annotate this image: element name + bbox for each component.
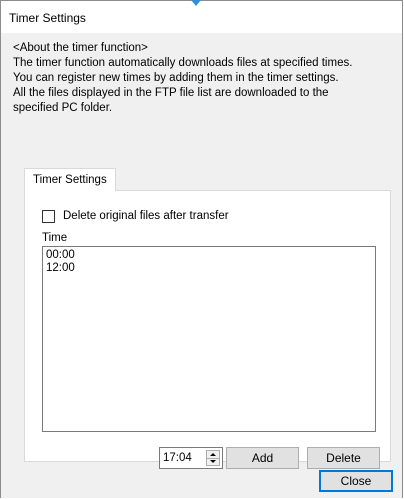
time-list-label: Time xyxy=(42,232,68,244)
delete-button[interactable]: Delete xyxy=(307,447,380,469)
about-line: You can register new times by adding the… xyxy=(13,72,339,84)
about-heading: <About the timer function> xyxy=(13,42,148,54)
tab-label: Timer Settings xyxy=(33,174,107,186)
time-spinner[interactable]: 17:04 xyxy=(159,447,223,469)
title-bar[interactable]: Timer Settings xyxy=(1,1,402,33)
dialog-body: <About the timer function> The timer fun… xyxy=(1,33,402,498)
timer-settings-panel: Delete original files after transfer Tim… xyxy=(24,190,391,469)
add-button[interactable]: Add xyxy=(226,447,299,469)
spin-down-icon[interactable] xyxy=(207,458,219,465)
time-spinner-value[interactable]: 17:04 xyxy=(163,452,192,464)
about-line: specified PC folder. xyxy=(13,102,113,114)
about-text: <About the timer function> The timer fun… xyxy=(13,41,398,116)
window-title: Timer Settings xyxy=(9,11,86,25)
time-list[interactable]: 00:00 12:00 xyxy=(42,246,376,432)
caret-down-icon xyxy=(191,0,201,6)
about-line: The timer function automatically downloa… xyxy=(13,57,353,69)
spinner-buttons xyxy=(206,450,220,466)
time-list-item[interactable]: 00:00 xyxy=(46,249,372,262)
time-list-item[interactable]: 12:00 xyxy=(46,262,372,275)
tab-timer-settings[interactable]: Timer Settings xyxy=(24,168,116,191)
delete-original-checkbox[interactable] xyxy=(42,210,55,223)
timer-settings-dialog: Timer Settings <About the timer function… xyxy=(0,0,403,498)
delete-original-label[interactable]: Delete original files after transfer xyxy=(63,210,229,222)
about-line: All the files displayed in the FTP file … xyxy=(13,87,329,99)
close-button[interactable]: Close xyxy=(319,470,393,492)
